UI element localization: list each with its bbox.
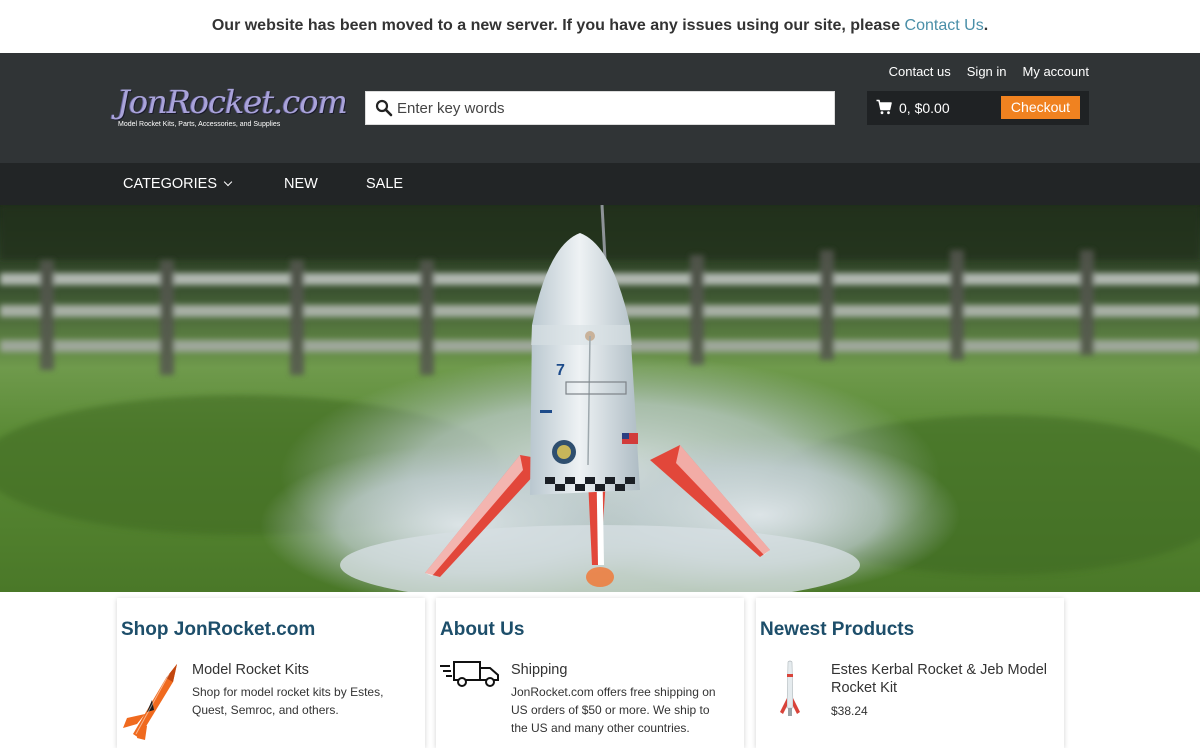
estes-kerbal-rocket-thumbnail[interactable] — [770, 660, 810, 720]
model-rocket-kits-link[interactable]: Model Rocket Kits — [192, 661, 417, 679]
newest-products-title[interactable]: Newest Products — [760, 619, 914, 641]
nav-sale[interactable]: SALE — [366, 163, 403, 205]
account-links: Contact us Sign in My account — [873, 64, 1089, 79]
logo-tagline: Model Rocket Kits, Parts, Accessories, a… — [118, 121, 281, 128]
newest-products-card: Newest Products Estes Kerbal Rocket & Je… — [756, 598, 1064, 748]
hero-rocket-launch-image: 7 — [0, 205, 1200, 592]
shipping-link[interactable]: Shipping — [511, 661, 736, 679]
chevron-down-icon — [223, 177, 233, 187]
nav-new[interactable]: NEW — [284, 163, 318, 205]
logo-text: JonRocket.com — [117, 83, 348, 121]
search-input[interactable] — [397, 92, 827, 124]
about-card-title[interactable]: About Us — [440, 619, 524, 641]
cart-widget[interactable]: 0, $0.00 Checkout — [867, 91, 1089, 125]
about-card: About Us Shipping JonRocket.com offers f… — [436, 598, 744, 748]
main-nav: CATEGORIES NEW SALE — [0, 163, 1200, 205]
svg-text:7: 7 — [556, 362, 565, 379]
cart-icon[interactable] — [876, 99, 892, 115]
estes-kerbal-rocket-price: $38.24 — [831, 704, 868, 718]
contact-us-link[interactable]: Contact Us — [905, 17, 984, 34]
checkout-button[interactable]: Checkout — [1001, 96, 1080, 119]
my-account-link[interactable]: My account — [1023, 64, 1089, 79]
site-header: JonRocket.com Model Rocket Kits, Parts, … — [0, 53, 1200, 163]
search-icon[interactable] — [375, 99, 393, 117]
model-rocket-kits-description: Shop for model rocket kits by Estes, Que… — [192, 685, 384, 717]
shop-card-title[interactable]: Shop JonRocket.com — [121, 619, 315, 641]
hero-banner[interactable]: 7 — [0, 205, 1200, 592]
notice-text: Our website has been moved to a new serv… — [211, 17, 905, 34]
contact-us-top-link[interactable]: Contact us — [889, 64, 951, 79]
site-logo[interactable]: JonRocket.com Model Rocket Kits, Parts, … — [117, 81, 348, 137]
model-rocket-kits-thumbnail[interactable] — [119, 660, 185, 740]
notice-end: . — [983, 17, 989, 34]
shipping-description: JonRocket.com offers free shipping on US… — [511, 685, 716, 735]
delivery-truck-icon — [440, 661, 499, 687]
search-box[interactable] — [365, 91, 835, 125]
estes-kerbal-rocket-link[interactable]: Estes Kerbal Rocket & Jeb Model Rocket K… — [831, 661, 1056, 697]
notice-bar: Our website has been moved to a new serv… — [0, 0, 1200, 53]
sign-in-link[interactable]: Sign in — [967, 64, 1007, 79]
cart-summary[interactable]: 0, $0.00 — [899, 91, 950, 125]
nav-categories[interactable]: CATEGORIES — [123, 163, 233, 205]
nav-categories-label: CATEGORIES — [123, 176, 217, 192]
shop-card: Shop JonRocket.com Model Rocket Kits Sho… — [117, 598, 425, 748]
